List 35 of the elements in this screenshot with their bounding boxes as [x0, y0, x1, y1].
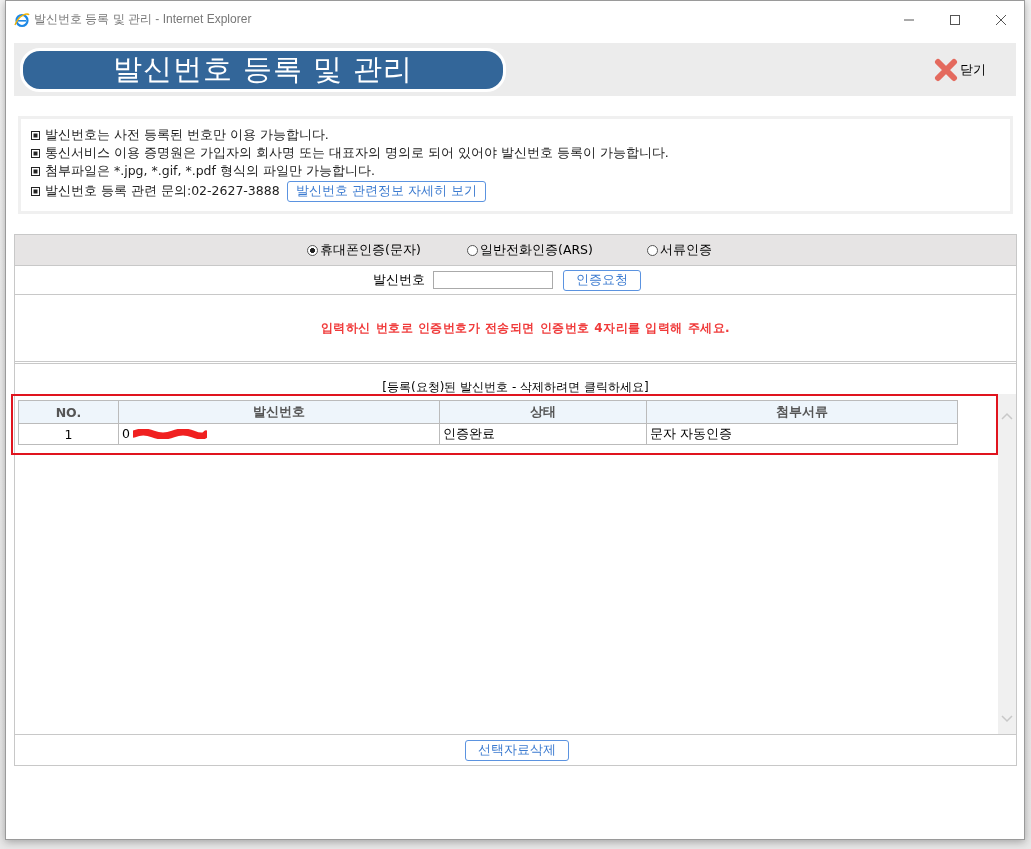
- radio-button[interactable]: [647, 244, 658, 256]
- notice-text: 통신서비스 이용 증명원은 가입자의 회사명 또는 대표자의 명의로 되어 있어야 발신번호 등록이 가능합니다.: [45, 145, 669, 162]
- request-button[interactable]: 인증요청: [563, 269, 641, 291]
- square-bullet-icon: [31, 167, 40, 176]
- phone-input[interactable]: [433, 271, 553, 289]
- notice-text: 발신번호 등록 관련 문의:02-2627-3888: [45, 183, 280, 200]
- phone-label: 발신번호: [373, 271, 425, 289]
- close-button[interactable]: 닫기: [934, 57, 986, 82]
- column-header: 발신번호: [118, 400, 440, 424]
- close-icon: [934, 57, 958, 82]
- radio-option[interactable]: 휴대폰인증(문자): [307, 241, 467, 259]
- table-cell: 0: [121, 426, 130, 441]
- radio-button[interactable]: [307, 244, 318, 256]
- square-bullet-icon: [31, 131, 40, 140]
- radio-option[interactable]: 일반전화인증(ARS): [467, 241, 647, 259]
- column-header: 첨부서류: [646, 400, 958, 424]
- column-header: NO.: [18, 400, 119, 424]
- radio-option[interactable]: 서류인증: [647, 241, 807, 259]
- column-header: 상태: [439, 400, 647, 424]
- notice-text: 발신번호는 사전 등록된 번호만 이용 가능합니다.: [45, 127, 329, 144]
- square-bullet-icon: [31, 149, 40, 158]
- window-title: 발신번호 등록 및 관리 - Internet Explorer: [34, 11, 252, 28]
- table-cell: 1: [18, 423, 119, 445]
- browser-logo-icon: [14, 11, 30, 28]
- scrollbar[interactable]: [998, 394, 1016, 734]
- table-cell: 인증완료: [439, 423, 647, 445]
- notice-text: 첨부파일은 *.jpg, *.gif, *.pdf 형식의 파일만 가능합니다.: [45, 163, 375, 180]
- table-cell: 문자 자동인증: [646, 423, 958, 445]
- delete-button[interactable]: 선택자료삭제: [464, 739, 569, 761]
- radio-button[interactable]: [467, 244, 478, 256]
- details-button[interactable]: 발신번호 관련정보 자세히 보기: [286, 181, 486, 202]
- square-bullet-icon: [31, 187, 40, 196]
- page-title: 발신번호 등록 및 관리: [20, 47, 506, 92]
- table-caption: [등록(요청)된 발신번호 - 삭제하려면 클릭하세요]: [381, 380, 650, 394]
- instruction-text: 입력하신 번호로 인증번호가 전송되면 인증번호 4자리를 입력해 주세요.: [320, 319, 731, 337]
